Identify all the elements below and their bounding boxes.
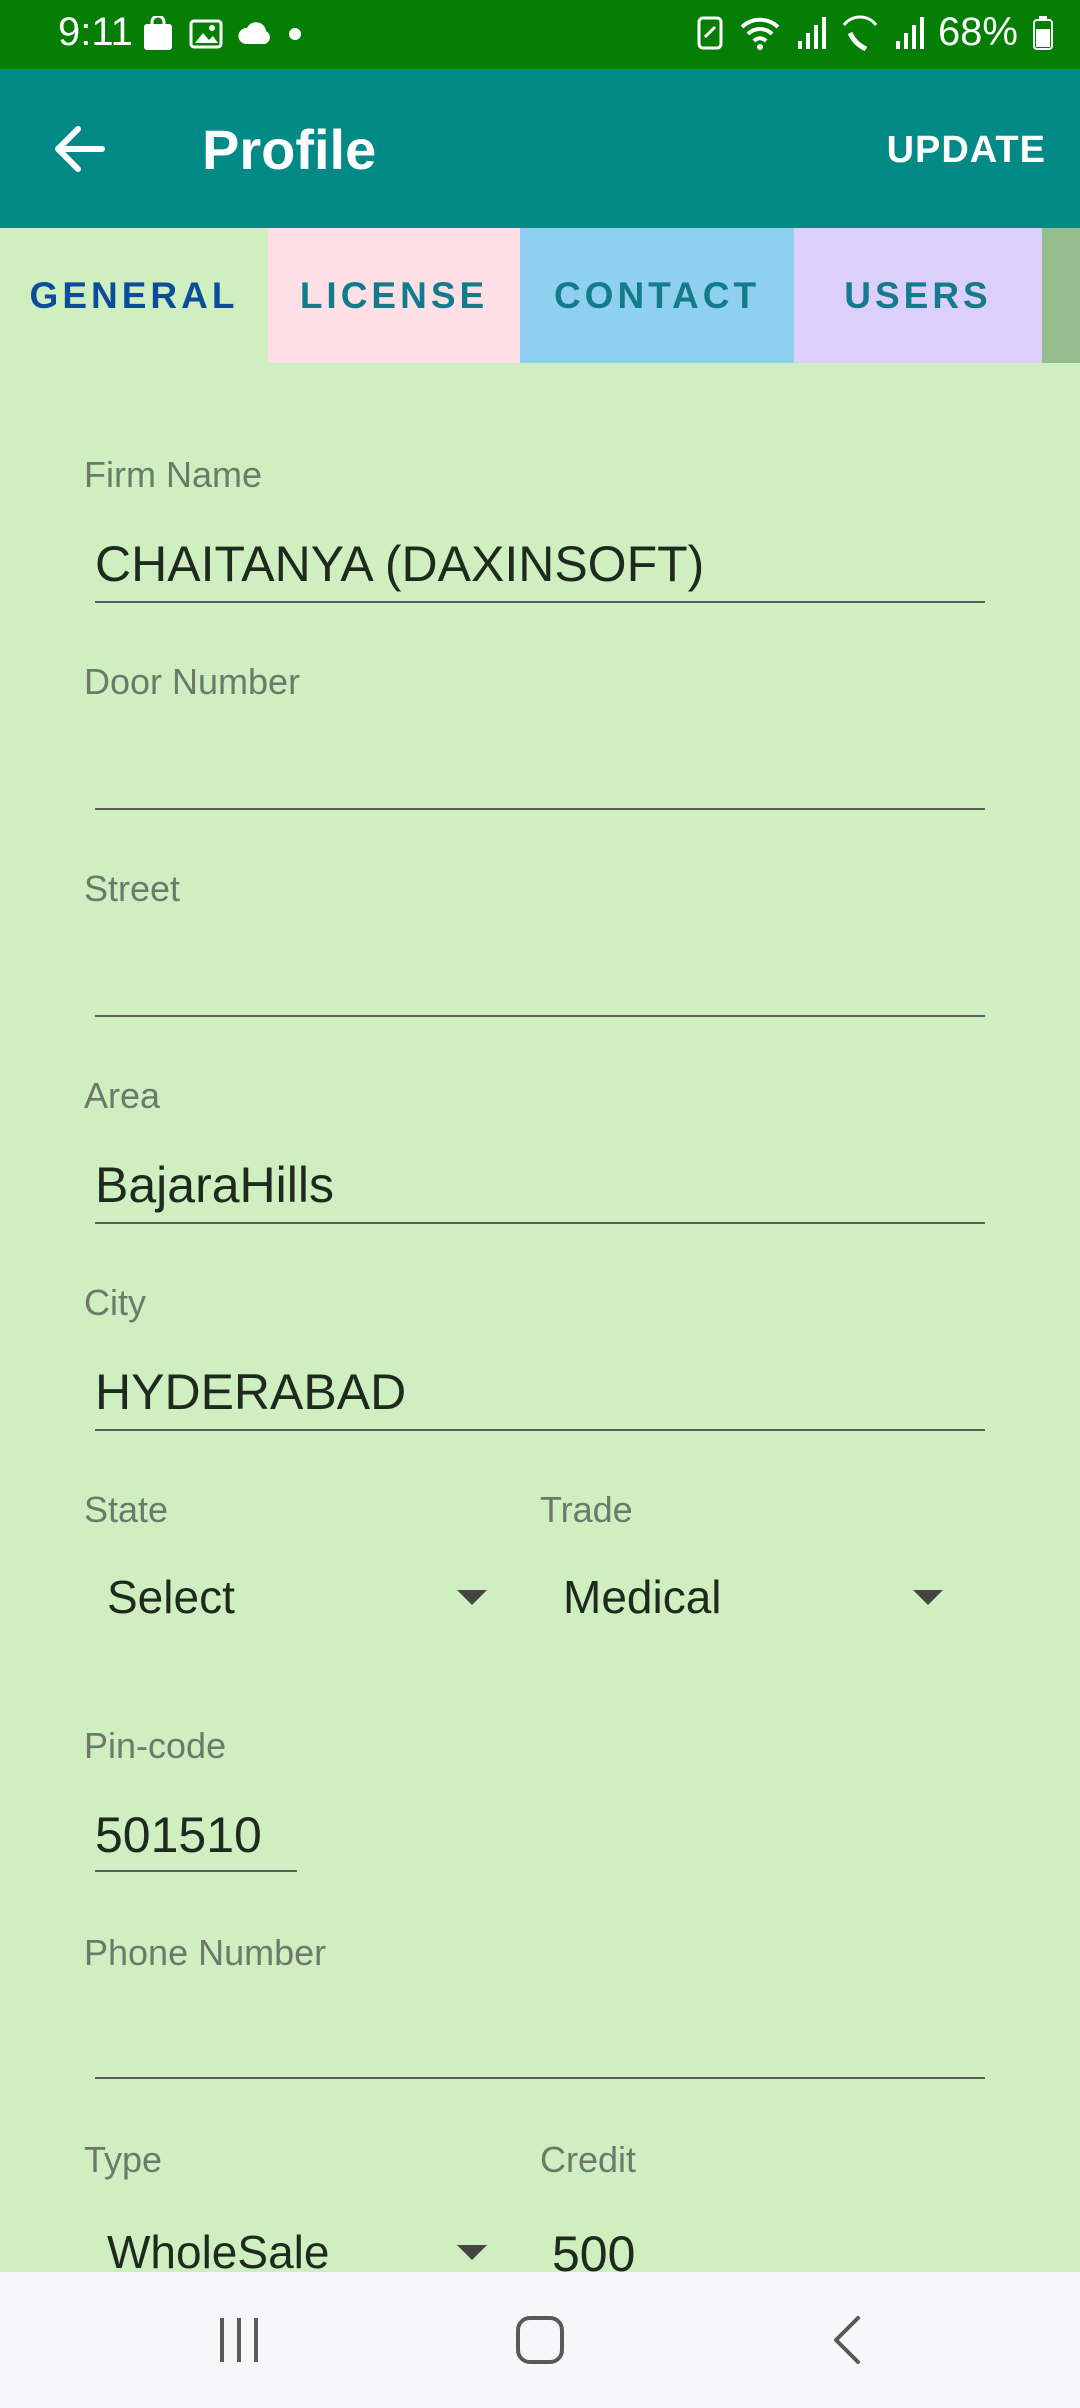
back-arrow-icon[interactable]: [50, 121, 110, 177]
wifi-icon: [740, 17, 780, 50]
trade-dropdown[interactable]: Medical: [563, 1570, 722, 1624]
firm-name-input[interactable]: CHAITANYA (DAXINSOFT): [95, 535, 704, 593]
firm-name-underline: [95, 601, 985, 603]
notification-icons: [140, 16, 302, 52]
signal-2-icon: [895, 16, 924, 49]
home-icon[interactable]: [512, 2312, 568, 2368]
back-icon[interactable]: [826, 2312, 866, 2368]
image-icon: [189, 19, 223, 49]
firm-name-label: Firm Name: [84, 454, 262, 495]
area-underline: [95, 1222, 985, 1224]
wifi-calling-icon: [842, 15, 878, 51]
page-title: Profile: [202, 118, 377, 181]
street-label: Street: [84, 868, 181, 909]
pincode-input[interactable]: 501510: [95, 1806, 262, 1864]
status-time: 9:11: [58, 10, 133, 54]
type-label: Type: [84, 2139, 163, 2180]
state-chevron-down-icon[interactable]: [457, 1590, 487, 1605]
city-underline: [95, 1429, 985, 1431]
credit-label: Credit: [540, 2139, 637, 2180]
trade-label: Trade: [540, 1489, 633, 1530]
state-dropdown[interactable]: Select: [107, 1570, 235, 1624]
type-dropdown[interactable]: WholeSale: [107, 2225, 329, 2279]
tab-users[interactable]: USERS: [794, 228, 1042, 363]
tab-contact[interactable]: CONTACT: [520, 228, 794, 363]
dot-icon: [289, 28, 301, 40]
tab-license[interactable]: LICENSE: [268, 228, 520, 363]
phone-underline: [95, 2077, 985, 2079]
shopping-bag-icon: [144, 16, 172, 50]
tab-general[interactable]: GENERAL: [0, 228, 268, 363]
type-chevron-down-icon[interactable]: [457, 2245, 487, 2260]
pincode-label: Pin-code: [84, 1725, 227, 1766]
system-nav-bar: [0, 2272, 1080, 2408]
area-label: Area: [84, 1075, 161, 1116]
battery-saver-icon: [697, 16, 723, 49]
status-bar: 9:11 68%: [0, 0, 1080, 69]
street-underline: [95, 1015, 985, 1017]
door-number-underline: [95, 808, 985, 810]
signal-icon: [797, 16, 826, 49]
update-button[interactable]: UPDATE: [887, 129, 1046, 172]
pincode-underline: [95, 1870, 297, 1872]
battery-icon: [1033, 15, 1053, 50]
phone-label: Phone Number: [84, 1932, 327, 1973]
battery-percent: 68%: [937, 10, 1018, 54]
app-bar: Profile UPDATE: [0, 69, 1080, 228]
city-label: City: [84, 1282, 146, 1323]
cloud-icon: [238, 22, 270, 44]
city-input[interactable]: HYDERABAD: [95, 1363, 406, 1421]
tab-bar: GENERAL LICENSE CONTACT USERS: [0, 228, 1080, 363]
recent-apps-icon[interactable]: [214, 2312, 264, 2368]
trade-chevron-down-icon[interactable]: [913, 1590, 943, 1605]
tab-overflow[interactable]: [1042, 228, 1080, 363]
door-number-label: Door Number: [84, 661, 301, 702]
status-right: 68%: [696, 10, 1054, 55]
area-input[interactable]: BajaraHills: [95, 1156, 334, 1214]
state-label: State: [84, 1489, 169, 1530]
